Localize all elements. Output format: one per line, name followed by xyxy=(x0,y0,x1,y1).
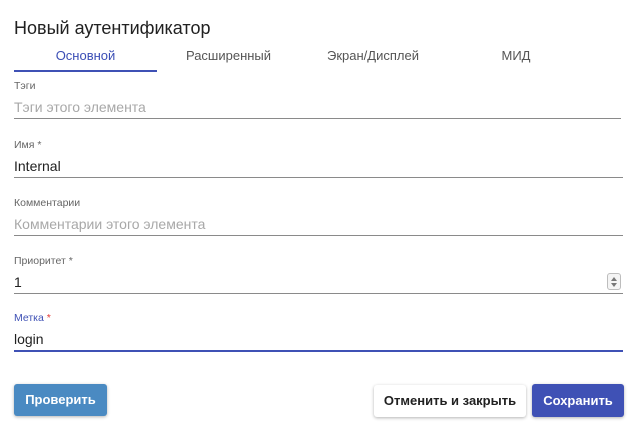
label-input[interactable] xyxy=(14,328,623,350)
priority-stepper[interactable] xyxy=(607,273,621,290)
tab-display[interactable]: Экран/Дисплей xyxy=(300,46,446,72)
comments-underline xyxy=(14,235,623,236)
priority-field: Приоритет * xyxy=(14,255,623,295)
label-label: Метка * xyxy=(14,312,51,324)
name-input[interactable] xyxy=(14,155,623,177)
test-button[interactable]: Проверить xyxy=(14,384,107,416)
priority-underline xyxy=(14,293,623,294)
comments-label: Комментарии xyxy=(14,197,81,209)
tags-underline xyxy=(14,118,621,119)
tags-field: Тэги xyxy=(14,80,621,120)
priority-label: Приоритет * xyxy=(14,255,73,267)
priority-input[interactable] xyxy=(14,271,604,293)
tags-input[interactable] xyxy=(14,96,621,118)
active-tab-indicator xyxy=(14,70,157,72)
comments-field: Комментарии xyxy=(14,197,623,237)
name-underline xyxy=(14,177,623,178)
dialog-title: Новый аутентификатор xyxy=(14,18,211,38)
tab-bar: Основной Расширенный Экран/Дисплей МИД xyxy=(14,46,624,72)
label-underline xyxy=(14,350,623,352)
save-button[interactable]: Сохранить xyxy=(532,384,624,417)
name-field: Имя * xyxy=(14,139,623,179)
comments-input[interactable] xyxy=(14,213,623,235)
tab-mfa[interactable]: МИД xyxy=(446,46,586,72)
cancel-close-button[interactable]: Отменить и закрыть xyxy=(374,385,526,417)
chevron-up-icon[interactable] xyxy=(611,277,617,281)
chevron-down-icon[interactable] xyxy=(611,283,617,287)
name-label: Имя * xyxy=(14,139,42,151)
tags-label: Тэги xyxy=(14,80,36,92)
tab-advanced[interactable]: Расширенный xyxy=(157,46,300,72)
label-field: Метка * xyxy=(14,312,623,352)
tab-main[interactable]: Основной xyxy=(14,46,157,72)
